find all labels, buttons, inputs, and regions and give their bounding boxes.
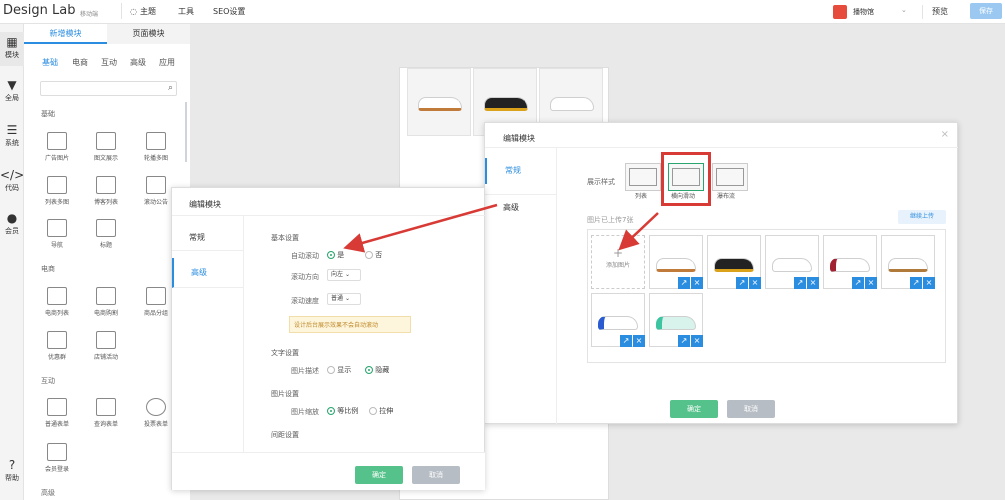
annotation-arrow-autoplay (343, 203, 498, 253)
annotation-arrow-add-image (618, 212, 659, 251)
annotation-arrows (343, 203, 659, 253)
